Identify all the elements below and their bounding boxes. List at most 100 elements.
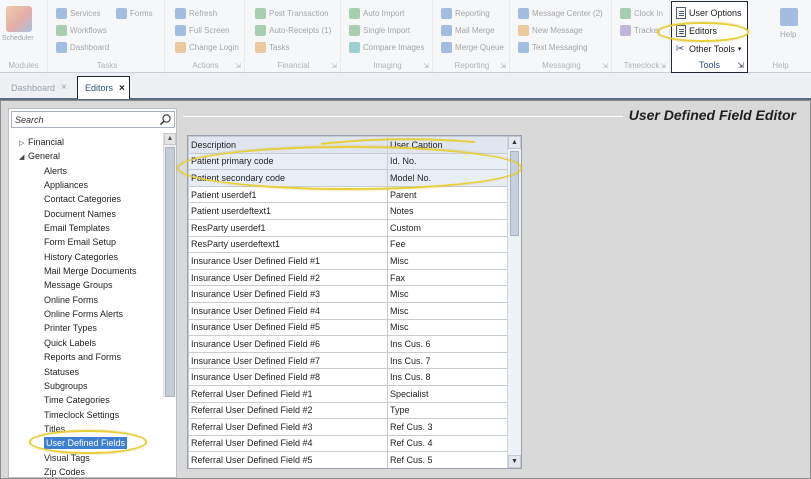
tree-item-history-categories[interactable]: History Categories xyxy=(9,250,161,264)
table-row[interactable]: Referral User Defined Field #3 Ref Cus. 3 xyxy=(188,418,509,436)
tree-item-appliances[interactable]: Appliances xyxy=(9,178,161,192)
post-transaction-button[interactable]: Post Transaction xyxy=(255,8,329,19)
tree-item-time-categories[interactable]: Time Categories xyxy=(9,393,161,407)
merge-queue-button[interactable]: Merge Queue xyxy=(441,42,504,53)
tree-item-email-templates[interactable]: Email Templates xyxy=(9,221,161,235)
table-row[interactable]: ResParty userdef1 Custom xyxy=(188,218,509,237)
tree-item-printer-types[interactable]: Printer Types xyxy=(9,321,161,335)
column-header-description[interactable]: Description xyxy=(188,136,388,154)
dashboard-button[interactable]: Dashboard xyxy=(56,42,109,53)
auto-receipts-button[interactable]: Auto-Receipts (1) xyxy=(255,25,331,36)
caption-cell[interactable]: Specialist xyxy=(387,384,509,403)
tab-editors[interactable]: Editors × xyxy=(77,76,130,99)
scroll-up-icon[interactable]: ▲ xyxy=(164,133,176,145)
forms-button[interactable]: Forms xyxy=(116,8,153,19)
full-screen-button[interactable]: Full Screen xyxy=(175,25,229,36)
tree-item-online-forms-alerts[interactable]: Online Forms Alerts xyxy=(9,307,161,321)
tracker-button[interactable]: Tracker xyxy=(620,25,661,36)
tree-item-subgroups[interactable]: Subgroups xyxy=(9,379,161,393)
refresh-button[interactable]: Refresh xyxy=(175,8,217,19)
tree-item-timeclock-settings[interactable]: Timeclock Settings xyxy=(9,408,161,422)
new-message-button[interactable]: New Message xyxy=(518,25,583,36)
scroll-thumb[interactable] xyxy=(510,151,519,236)
caption-cell[interactable]: Ins Cus. 6 xyxy=(387,335,509,353)
table-row[interactable]: Patient secondary code Model No. xyxy=(188,169,509,187)
caption-cell[interactable]: Ins Cus. 7 xyxy=(387,351,509,370)
message-center-button[interactable]: Message Center (2) xyxy=(518,8,603,19)
other-tools-button[interactable]: ✂ Other Tools ▾ xyxy=(674,43,741,55)
auto-import-button[interactable]: Auto Import xyxy=(349,8,404,19)
table-row[interactable]: Patient userdef1 Parent xyxy=(188,185,509,204)
caption-cell[interactable]: Ins Cus. 8 xyxy=(387,368,509,386)
tree-item-form-email-setup[interactable]: Form Email Setup xyxy=(9,235,161,249)
compare-images-button[interactable]: Compare Images xyxy=(349,42,424,53)
tree-item-contact-categories[interactable]: Contact Categories xyxy=(9,192,161,206)
table-row[interactable]: Insurance User Defined Field #7 Ins Cus. … xyxy=(188,351,509,370)
caption-cell[interactable]: Notes xyxy=(387,202,509,220)
change-login-button[interactable]: Change Login xyxy=(175,42,239,53)
tree-item-message-groups[interactable]: Message Groups xyxy=(9,278,161,292)
grid-scrollbar[interactable]: ▲ ▼ xyxy=(507,136,521,468)
table-row[interactable]: Insurance User Defined Field #2 Fax xyxy=(188,268,509,287)
table-row[interactable]: Patient primary code Id. No. xyxy=(188,152,509,171)
reporting-button[interactable]: Reporting xyxy=(441,8,490,19)
scroll-down-icon[interactable]: ▼ xyxy=(508,455,521,468)
caption-cell[interactable]: Fax xyxy=(387,268,509,287)
caption-cell[interactable]: Misc xyxy=(387,301,509,320)
caption-cell[interactable]: Ref Cus. 5 xyxy=(387,451,509,468)
table-row[interactable]: Referral User Defined Field #1 Specialist xyxy=(188,384,509,403)
table-row[interactable]: Patient userdeftext1 Notes xyxy=(188,202,509,220)
tree-item-alerts[interactable]: Alerts xyxy=(9,164,161,178)
caption-cell[interactable]: Misc xyxy=(387,318,509,337)
tree-node-financial[interactable]: ▷ Financial xyxy=(9,135,161,149)
clock-in-button[interactable]: Clock In xyxy=(620,8,663,19)
scheduler-button[interactable]: Scheduler xyxy=(2,35,34,42)
table-row[interactable]: Referral User Defined Field #5 Ref Cus. 5 xyxy=(188,451,509,468)
close-icon[interactable]: × xyxy=(61,82,67,93)
tree-scrollbar[interactable]: ▲ xyxy=(163,133,176,397)
tree-item-statuses[interactable]: Statuses xyxy=(9,365,161,379)
table-row[interactable]: Insurance User Defined Field #1 Misc xyxy=(188,252,509,270)
table-row[interactable]: Insurance User Defined Field #4 Misc xyxy=(188,301,509,320)
help-icon[interactable] xyxy=(780,8,798,26)
tree-item-reports-and-forms[interactable]: Reports and Forms xyxy=(9,350,161,364)
search-input[interactable] xyxy=(12,112,152,127)
caption-cell[interactable]: Model No. xyxy=(387,169,509,187)
caption-cell[interactable]: Misc xyxy=(387,285,509,303)
caption-cell[interactable]: Id. No. xyxy=(387,152,509,171)
help-button[interactable]: Help xyxy=(780,30,796,39)
caption-cell[interactable]: Type xyxy=(387,401,509,420)
editors-button[interactable]: Editors xyxy=(676,25,717,37)
caption-cell[interactable]: Custom xyxy=(387,218,509,237)
search-icon[interactable] xyxy=(159,113,172,126)
close-icon[interactable]: × xyxy=(119,83,125,94)
tree-item-zip-codes[interactable]: Zip Codes xyxy=(9,465,161,477)
caption-cell[interactable]: Ref Cus. 4 xyxy=(387,434,509,453)
tools-launcher-icon[interactable]: ⇲ xyxy=(737,61,744,70)
tree-item-visual-tags[interactable]: Visual Tags xyxy=(9,451,161,465)
tree-node-general[interactable]: ◢ General xyxy=(9,149,161,163)
caption-cell[interactable]: Misc xyxy=(387,252,509,270)
tree-item-document-names[interactable]: Document Names xyxy=(9,207,161,221)
text-messaging-button[interactable]: Text Messaging xyxy=(518,42,588,53)
tree-item-user-defined-fields[interactable]: User Defined Fields xyxy=(9,436,161,450)
caption-cell[interactable]: Ref Cus. 3 xyxy=(387,418,509,436)
table-row[interactable]: Insurance User Defined Field #3 Misc xyxy=(188,285,509,303)
tree-item-online-forms[interactable]: Online Forms xyxy=(9,293,161,307)
tree-item-titles[interactable]: Titles xyxy=(9,422,161,436)
column-header-user-caption[interactable]: User Caption xyxy=(387,136,509,154)
caption-cell[interactable]: Fee xyxy=(387,235,509,254)
tab-dashboard[interactable]: Dashboard × xyxy=(4,77,74,98)
scheduler-icon[interactable] xyxy=(6,6,32,32)
workflows-button[interactable]: Workflows xyxy=(56,25,107,36)
table-row[interactable]: Referral User Defined Field #4 Ref Cus. 4 xyxy=(188,434,509,453)
scroll-thumb[interactable] xyxy=(165,147,175,397)
user-options-button[interactable]: User Options xyxy=(676,7,742,19)
mail-merge-button[interactable]: Mail Merge xyxy=(441,25,495,36)
caption-cell[interactable]: Parent xyxy=(387,185,509,204)
services-button[interactable]: Services xyxy=(56,8,101,19)
single-import-button[interactable]: Single Import xyxy=(349,25,410,36)
table-row[interactable]: Insurance User Defined Field #6 Ins Cus. … xyxy=(188,335,509,353)
financial-tasks-button[interactable]: Tasks xyxy=(255,42,289,53)
table-row[interactable]: Insurance User Defined Field #5 Misc xyxy=(188,318,509,337)
